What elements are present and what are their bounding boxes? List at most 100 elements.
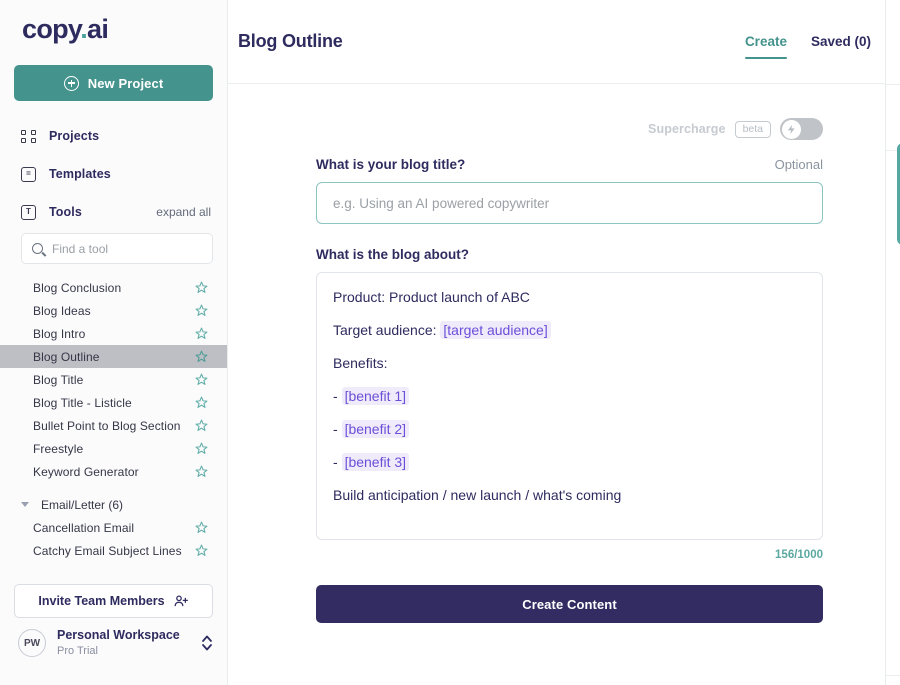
- search-icon: [32, 243, 43, 254]
- blog-about-textarea[interactable]: Product: Product launch of ABC Target au…: [316, 272, 823, 540]
- text-segment: Benefits:: [333, 355, 387, 371]
- rail-divider: [886, 84, 900, 85]
- tool-label: Catchy Email Subject Lines: [33, 544, 182, 558]
- sidebar-item-projects[interactable]: Projects: [0, 117, 227, 155]
- textarea-line: Build anticipation / new launch / what's…: [333, 485, 806, 506]
- logo-dot: .: [80, 14, 87, 44]
- invite-team-members-button[interactable]: Invite Team Members: [14, 584, 213, 618]
- tool-item[interactable]: Catchy Email Subject Lines: [0, 539, 227, 562]
- favorite-star-icon[interactable]: [195, 521, 208, 534]
- textarea-line: - [benefit 3]: [333, 452, 806, 473]
- grid-icon: [21, 129, 36, 144]
- tool-item[interactable]: Blog Intro: [0, 322, 227, 345]
- tool-label: Blog Outline: [33, 350, 100, 364]
- placeholder-token[interactable]: [target audience]: [440, 321, 550, 339]
- tools-list: Blog Conclusion Blog Ideas Blog Intro Bl…: [0, 276, 227, 562]
- favorite-star-icon[interactable]: [195, 465, 208, 478]
- favorite-star-icon[interactable]: [195, 419, 208, 432]
- sidebar-item-templates[interactable]: = Templates: [0, 155, 227, 193]
- textarea-line: Benefits:: [333, 353, 806, 374]
- tool-item[interactable]: Freestyle: [0, 437, 227, 460]
- favorite-star-icon[interactable]: [195, 304, 208, 317]
- favorite-star-icon[interactable]: [195, 350, 208, 363]
- blog-title-label: What is your blog title?: [316, 157, 465, 172]
- search-input[interactable]: [52, 242, 202, 256]
- expand-all-button[interactable]: expand all: [156, 205, 211, 219]
- textarea-line: - [benefit 1]: [333, 386, 806, 407]
- new-project-label: New Project: [88, 76, 164, 91]
- text-segment: Build anticipation / new launch / what's…: [333, 487, 621, 503]
- tool-item[interactable]: Blog Conclusion: [0, 276, 227, 299]
- favorite-star-icon[interactable]: [195, 373, 208, 386]
- new-project-button[interactable]: New Project: [14, 65, 213, 101]
- placeholder-token[interactable]: [benefit 2]: [342, 420, 410, 438]
- plus-circle-icon: [64, 76, 79, 91]
- page-title: Blog Outline: [238, 31, 343, 52]
- textarea-line: - [benefit 2]: [333, 419, 806, 440]
- sidebar-item-label: Tools: [49, 205, 82, 219]
- blog-title-label-row: What is your blog title? Optional: [316, 157, 823, 172]
- main-panel: Blog Outline Create Saved (0) Supercharg…: [228, 0, 886, 685]
- tool-label: Blog Title - Listicle: [33, 396, 132, 410]
- tool-item[interactable]: Cancellation Email: [0, 516, 227, 539]
- tool-item[interactable]: Bullet Point to Blog Section: [0, 414, 227, 437]
- textarea-line: Target audience: [target audience]: [333, 320, 806, 341]
- tool-search[interactable]: [21, 233, 213, 264]
- workspace-switcher[interactable]: PW Personal Workspace Pro Trial: [0, 627, 227, 685]
- workspace-name: Personal Workspace: [57, 627, 180, 644]
- chevron-down-icon: [21, 502, 29, 507]
- supercharge-toggle[interactable]: [780, 118, 823, 140]
- text-segment: Target audience:: [333, 322, 440, 338]
- main-header: Blog Outline Create Saved (0): [228, 0, 885, 84]
- sidebar-item-label: Projects: [49, 129, 99, 143]
- tool-label: Blog Title: [33, 373, 83, 387]
- tab-create[interactable]: Create: [745, 0, 787, 83]
- sidebar-item-tools[interactable]: T Tools expand all: [0, 193, 227, 231]
- tool-label: Bullet Point to Blog Section: [33, 419, 181, 433]
- beta-badge: beta: [735, 121, 771, 138]
- supercharge-label: Supercharge: [648, 122, 726, 136]
- favorite-star-icon[interactable]: [195, 442, 208, 455]
- tool-item[interactable]: Keyword Generator: [0, 460, 227, 483]
- tool-label: Blog Conclusion: [33, 281, 121, 295]
- tool-item[interactable]: Blog Ideas: [0, 299, 227, 322]
- rail-divider: [886, 675, 900, 676]
- tool-item[interactable]: Blog Title: [0, 368, 227, 391]
- text-segment: -: [333, 388, 342, 404]
- lightning-bolt-icon: [786, 124, 797, 135]
- optional-label: Optional: [775, 157, 823, 172]
- placeholder-token[interactable]: [benefit 3]: [342, 453, 410, 471]
- tool-group-email-letter[interactable]: Email/Letter (6): [0, 493, 227, 516]
- blog-title-input[interactable]: [316, 182, 823, 224]
- tool-label: Keyword Generator: [33, 465, 139, 479]
- tool-item[interactable]: Blog Title - Listicle: [0, 391, 227, 414]
- logo-text: copy: [22, 14, 80, 44]
- supercharge-row: Supercharge beta: [316, 118, 823, 140]
- character-counter: 156/1000: [316, 549, 823, 561]
- create-content-button[interactable]: Create Content: [316, 585, 823, 623]
- placeholder-token[interactable]: [benefit 1]: [342, 387, 410, 405]
- primary-nav: Projects = Templates T Tools expand all: [0, 117, 227, 231]
- tool-item-selected[interactable]: Blog Outline: [0, 345, 227, 368]
- tool-group-label: Email/Letter (6): [41, 498, 123, 512]
- document-icon: =: [21, 167, 36, 182]
- add-person-icon: [173, 593, 189, 609]
- tool-label: Cancellation Email: [33, 521, 134, 535]
- workspace-plan: Pro Trial: [57, 644, 180, 659]
- tab-saved[interactable]: Saved (0): [811, 0, 871, 83]
- form-area: Supercharge beta What is your blog title…: [228, 84, 885, 623]
- favorite-star-icon[interactable]: [195, 396, 208, 409]
- text-segment: Product: Product launch of ABC: [333, 289, 530, 305]
- logo[interactable]: copy.ai: [0, 0, 227, 49]
- favorite-star-icon[interactable]: [195, 281, 208, 294]
- tool-label: Blog Ideas: [33, 304, 91, 318]
- tool-label: Blog Intro: [33, 327, 85, 341]
- chevron-up-down-icon[interactable]: [201, 633, 213, 653]
- favorite-star-icon[interactable]: [195, 544, 208, 557]
- toggle-knob: [782, 120, 801, 139]
- favorite-star-icon[interactable]: [195, 327, 208, 340]
- text-tool-icon: T: [21, 205, 36, 220]
- avatar: PW: [18, 629, 46, 657]
- header-tabs: Create Saved (0): [745, 0, 871, 83]
- text-segment: -: [333, 421, 342, 437]
